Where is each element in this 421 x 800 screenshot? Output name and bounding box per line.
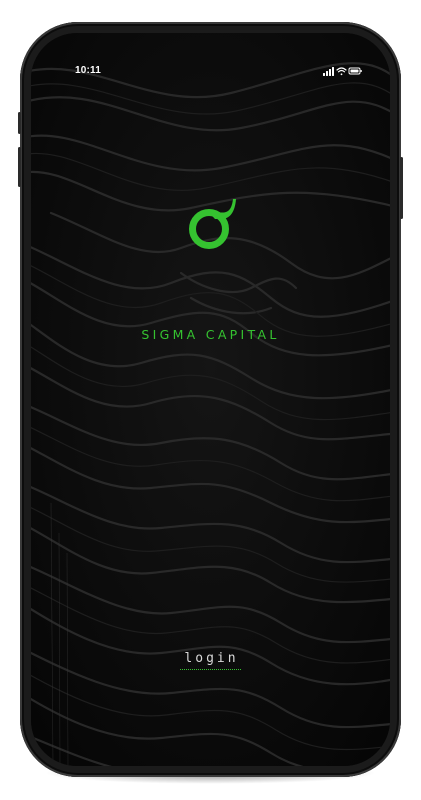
status-bar: 10:11 (31, 33, 390, 77)
signal-icon (323, 67, 334, 76)
power-button (400, 157, 403, 219)
sigma-logo-icon (189, 199, 236, 249)
brand-name: SIGMA CAPITAL (141, 327, 280, 342)
volume-down-button (18, 147, 21, 187)
status-icons (323, 67, 362, 76)
wifi-icon (336, 67, 347, 76)
login-container: login (31, 647, 390, 670)
battery-icon (348, 67, 362, 75)
volume-up-button (18, 112, 21, 134)
login-link[interactable]: login (180, 651, 241, 670)
status-time: 10:11 (75, 65, 102, 76)
app-screen: 10:11 SIGMA CAPITAL login (31, 33, 390, 766)
